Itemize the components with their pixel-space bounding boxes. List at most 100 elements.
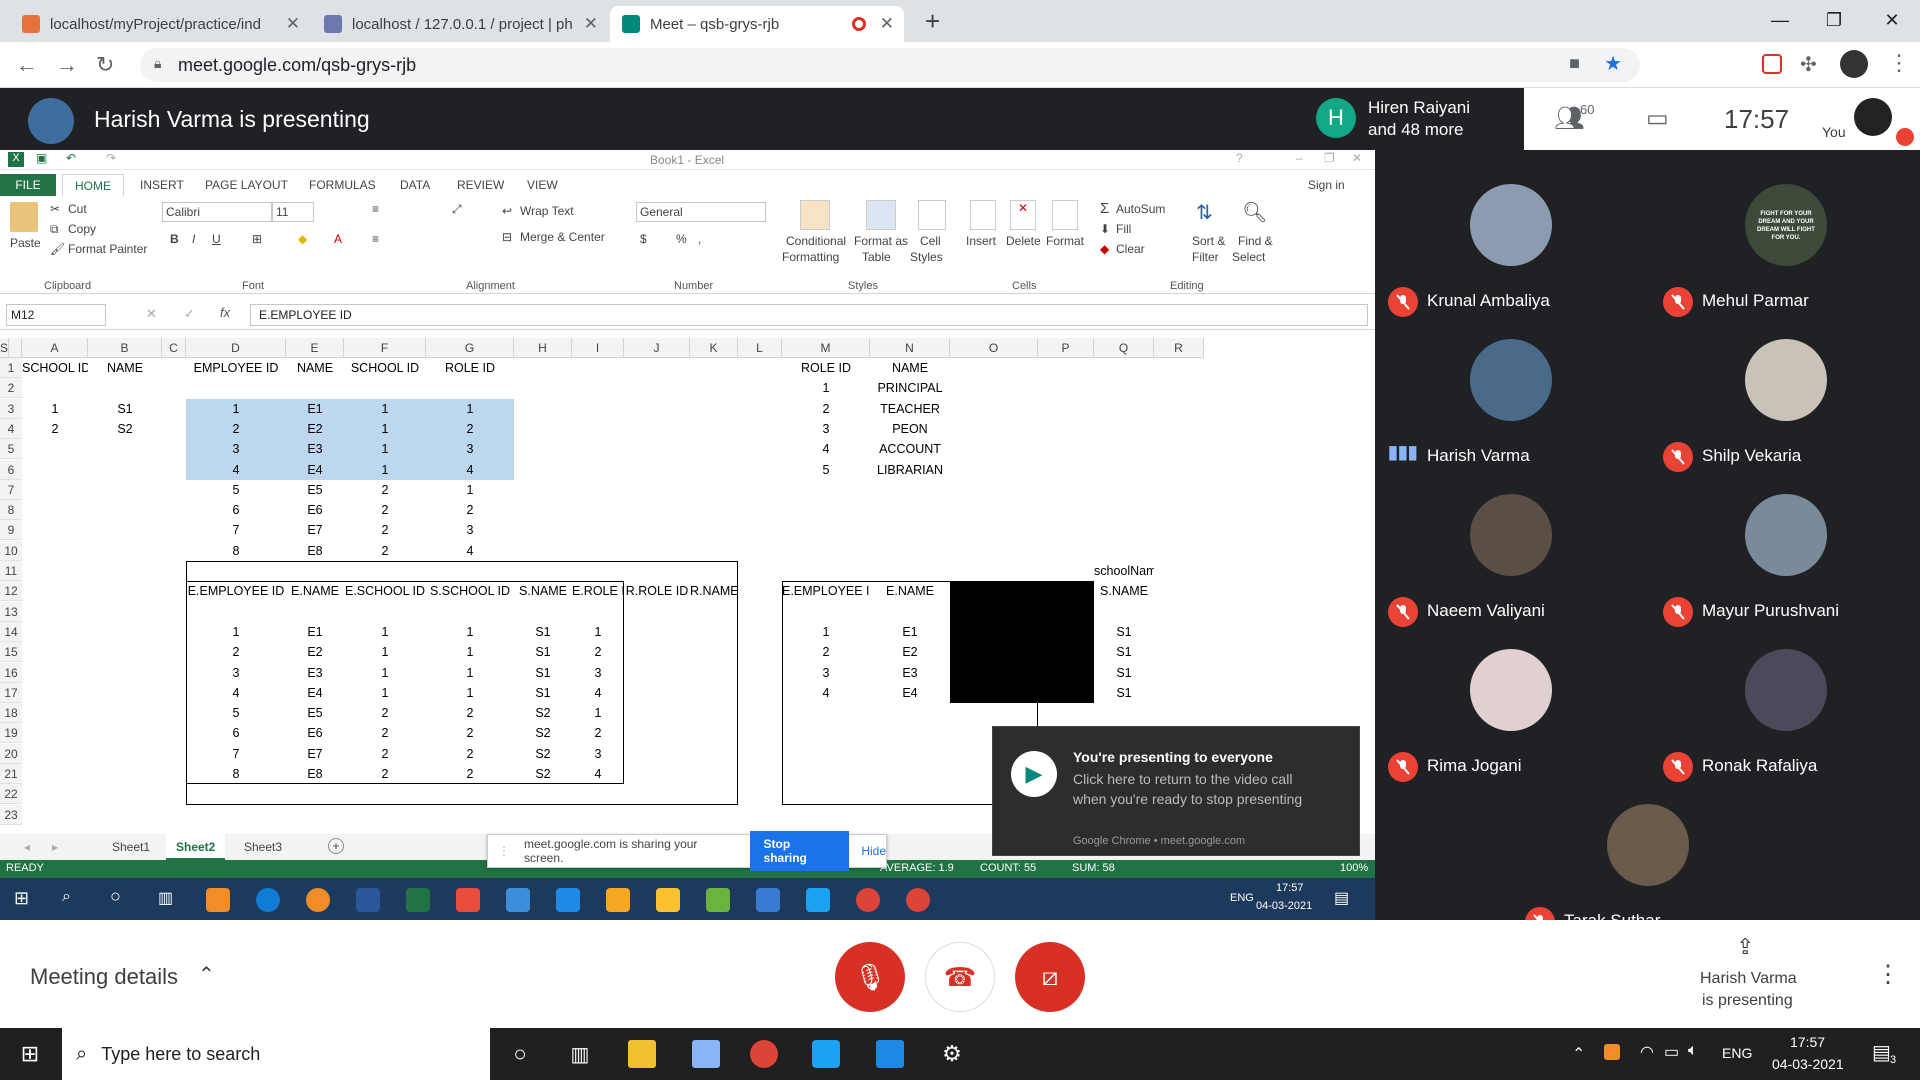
tab-data[interactable]: DATA [400,178,430,192]
minimize-button[interactable]: — [1752,0,1808,40]
cell[interactable]: E6 [286,500,344,520]
participant-tile[interactable]: Rima Jogani [1375,641,1625,791]
cell[interactable]: 1 [426,663,514,683]
merge-icon[interactable]: ⊟ [502,230,512,244]
column-header[interactable]: B [88,338,162,358]
cell[interactable]: S2 [88,419,162,439]
close-icon[interactable]: ✕ [286,14,300,34]
fill-icon[interactable]: ⬇ [1100,222,1110,236]
row-header[interactable]: 2 [0,378,22,399]
font-color-icon[interactable]: A [334,232,342,246]
cell[interactable]: 4 [782,439,870,459]
restore-icon[interactable]: ❐ [1324,151,1335,165]
cell[interactable]: 1 [344,460,426,480]
font-size-select[interactable]: 11 [272,202,314,222]
cell[interactable]: 8 [186,541,286,561]
number-format-select[interactable]: General [636,202,766,222]
column-header[interactable]: G [426,338,514,358]
cell[interactable]: S1 [514,642,572,662]
participant-tile[interactable]: Shilp Vekaria [1650,331,1900,481]
cell[interactable]: 4 [572,683,624,703]
puzzle-icon[interactable]: ✣ [1800,52,1817,77]
cell[interactable]: S2 [514,703,572,723]
cell[interactable]: 1 [426,683,514,703]
chat-icon[interactable]: ▭ [1646,104,1669,133]
sheet-tab-1[interactable]: Sheet1 [112,840,150,854]
meeting-details-button[interactable]: Meeting details [30,964,178,990]
align-top-icon[interactable]: ≡ [372,202,379,216]
tray-xampp-icon[interactable] [1604,1044,1620,1060]
column-header[interactable]: K [690,338,738,358]
camera-icon[interactable]: ■ [1569,53,1580,74]
column-header[interactable]: O [950,338,1038,358]
settings-icon[interactable]: ⚙ [938,1040,966,1068]
cell[interactable]: S1 [1094,663,1154,683]
percent-icon[interactable]: % [676,232,687,246]
copy-button[interactable]: Copy [68,222,96,236]
cell[interactable]: E7 [286,520,344,540]
hide-button[interactable]: Hide [861,844,886,858]
cell[interactable]: 2 [426,500,514,520]
cell[interactable]: 1 [186,399,286,419]
maximize-button[interactable]: ❐ [1806,0,1862,40]
row-header[interactable]: 5 [0,439,22,460]
cell[interactable]: 3 [572,744,624,764]
row-header[interactable]: 3 [0,398,22,419]
delete-button[interactable]: Delete [1006,234,1041,248]
action-center-icon[interactable]: ▤ [1872,1040,1891,1065]
cell[interactable]: 1 [426,399,514,419]
next-sheet-icon[interactable]: ▸ [52,840,58,854]
browser-tab-meet[interactable]: Meet – qsb-grys-rjb ✕ [610,6,904,42]
formula-input[interactable]: E.EMPLOYEE ID [250,304,1368,326]
column-header[interactable]: F [344,338,426,358]
cell[interactable]: E4 [286,460,344,480]
cell[interactable]: 2 [344,744,426,764]
cell[interactable]: S1 [1094,642,1154,662]
row-header[interactable]: 14 [0,621,22,642]
star-icon[interactable]: ★ [1604,51,1622,76]
cell[interactable]: R.ROLE ID [624,581,690,601]
cell[interactable]: 7 [186,744,286,764]
cell[interactable]: S1 [1094,622,1154,642]
wrap-text-button[interactable]: Wrap Text [520,204,574,218]
cell[interactable]: 4 [426,541,514,561]
battery-icon[interactable]: ▭ [1664,1042,1679,1062]
extension-icon[interactable] [1762,54,1782,74]
tab-file[interactable]: FILE [0,174,56,196]
cell[interactable]: 1 [572,622,624,642]
row-header[interactable]: 7 [0,479,22,500]
format-table-label[interactable]: Format as [854,234,908,248]
prev-sheet-icon[interactable]: ◂ [24,840,30,854]
sort-label[interactable]: Sort & [1192,234,1225,248]
cell[interactable]: E.ROLE ID [572,581,624,601]
cell[interactable]: E2 [286,642,344,662]
new-tab-button[interactable]: + [925,6,940,37]
add-sheet-icon[interactable]: + [328,838,344,854]
column-header[interactable]: N [870,338,950,358]
cell[interactable]: 2 [344,520,426,540]
cell[interactable]: E3 [286,439,344,459]
participant-tile[interactable]: FIGHT FOR YOUR DREAM AND YOUR DREAM WILL… [1650,176,1900,326]
cell[interactable]: ROLE ID [426,358,514,378]
row-header[interactable]: 20 [0,743,22,764]
cell-styles-icon[interactable] [918,200,946,230]
cut-button[interactable]: Cut [68,202,87,216]
cell[interactable]: 1 [344,642,426,662]
cell[interactable]: 1 [344,439,426,459]
cell[interactable]: 4 [186,683,286,703]
cell[interactable]: R.NAME [690,581,738,601]
cell[interactable]: S1 [514,683,572,703]
column-header[interactable]: L [738,338,782,358]
cell[interactable]: 1 [22,399,88,419]
cell[interactable]: 1 [344,622,426,642]
cell[interactable]: 1 [186,622,286,642]
back-icon[interactable]: ← [16,52,38,78]
cell[interactable]: 2 [344,541,426,561]
cell[interactable]: 2 [186,419,286,439]
cell[interactable]: 1 [344,663,426,683]
app-icon[interactable] [692,1040,720,1068]
cell[interactable]: 2 [344,480,426,500]
row-header[interactable]: 9 [0,520,22,541]
clock-time[interactable]: 17:57 [1790,1034,1825,1050]
cell[interactable]: ACCOUNT [870,439,950,459]
